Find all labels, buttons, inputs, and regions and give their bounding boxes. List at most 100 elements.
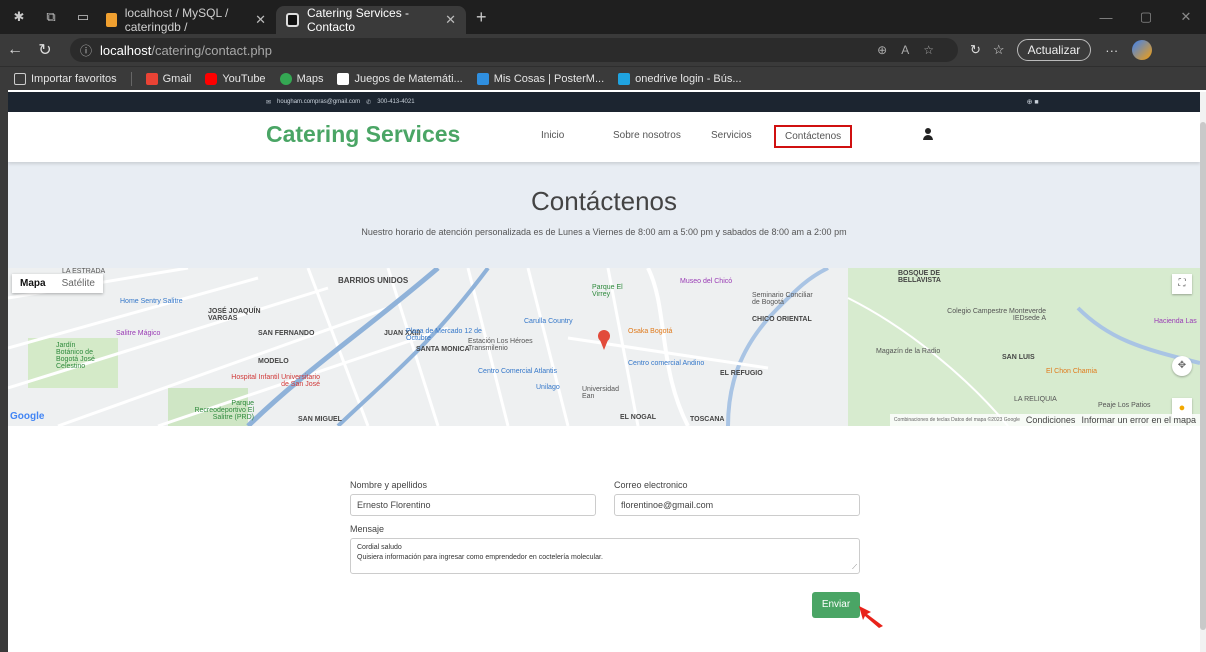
bing-icon [618,72,631,85]
phone-icon: ✆ [366,99,372,106]
map-label: Estación Los Héroes Transmilenio [468,338,533,352]
map-label: Universidad Ean [582,386,619,400]
close-tab-icon[interactable]: ✕ [445,12,456,28]
window-edge [0,90,8,652]
bookmark-mis-cosas[interactable]: Mis Cosas | PosterM... [476,72,604,85]
url-actions-icons[interactable]: ⊕A☆ [877,43,948,57]
address-bar-row: ← ↻ ⓘ localhost/catering/contact.php ⊕A☆… [0,34,1206,66]
pan-control-icon[interactable]: ✥ [1172,356,1192,376]
youtube-icon [205,72,218,85]
catering-favicon-icon [286,13,299,27]
map-type-control[interactable]: Mapa Satélite [12,274,103,293]
favorites-icon[interactable]: ☆ [993,42,1005,58]
toolbar-right: ↻ ☆ Actualizar ··· [970,39,1153,61]
tab-phpmyadmin[interactable]: localhost / MySQL / cateringdb / ✕ [96,6,276,34]
map-label: SAN FERNANDO [258,330,315,337]
refresh-alt-icon[interactable]: ↻ [970,42,981,58]
map-label: Peaje Los Patios [1098,402,1151,409]
new-tab-icon[interactable]: + [476,7,487,28]
message-line: Cordial saludo [357,544,402,551]
bookmark-youtube[interactable]: YouTube [205,72,266,85]
brand-logo[interactable]: Catering Services [266,121,460,148]
back-icon[interactable]: ← [0,41,30,59]
url-field[interactable]: ⓘ localhost/catering/contact.php ⊕A☆ [70,38,958,62]
tab-actions-icon[interactable]: ▭ [70,4,96,30]
map-attribution[interactable]: Combinaciones de teclas Datos del mapa ©… [894,417,1020,423]
postermywall-icon [476,72,489,85]
url-path: /catering/contact.php [151,42,273,58]
gmail-icon [145,72,158,85]
map-type-map[interactable]: Mapa [12,274,54,293]
map-label: SAN MIGUEL [298,416,342,423]
tab-catering[interactable]: Catering Services - Contacto ✕ [276,6,466,34]
maximize-icon[interactable]: ▢ [1126,9,1166,25]
message-line: Quisiera información para ingresar como … [357,554,603,561]
map-type-satellite[interactable]: Satélite [54,274,103,293]
web-page: ✉ hougham.compras@gmail.com ✆ 300-413-40… [8,92,1200,652]
workspaces-icon[interactable]: ⧉ [38,4,64,30]
nav-sobre-nosotros[interactable]: Sobre nosotros [613,130,681,141]
tab-title: Catering Services - Contacto [307,6,410,34]
map-label: MODELO [258,358,289,365]
name-field[interactable]: Ernesto Florentino [350,494,596,516]
close-tab-icon[interactable]: ✕ [255,12,266,28]
map-label: BARRIOS UNIDOS [338,276,409,285]
resize-grip-icon[interactable]: ⟋ [852,563,857,573]
tab-title: localhost / MySQL / cateringdb / [124,6,229,34]
scrollbar-thumb[interactable] [1200,122,1206,630]
map-label: Colegio Campestre Monteverde IEDsede A [947,308,1046,322]
top-contact-strip: ✉ hougham.compras@gmail.com ✆ 300-413-40… [8,92,1200,112]
nav-inicio[interactable]: Inicio [541,130,564,141]
contact-phone: 300-413-4021 [377,99,415,105]
profile-icon[interactable]: ✱ [6,4,32,30]
map-report-link[interactable]: Informar un error en el mapa [1081,415,1196,425]
email-label: Correo electronico [614,480,688,490]
map-terms-link[interactable]: Condiciones [1026,415,1076,425]
message-field[interactable]: Cordial saludo Quisiera información para… [350,538,860,574]
juegos-icon [337,72,350,85]
close-window-icon[interactable]: ✕ [1166,9,1206,25]
map-label: Seminario Conciliar de Bogotá [752,292,813,306]
nav-contactenos[interactable]: Contáctenos [774,125,853,148]
user-icon[interactable] [923,128,933,140]
bookmarks-bar: Importar favoritos Gmail YouTube Maps Ju… [0,66,1206,90]
map-label: Magazín de la Radio [876,348,941,355]
bookmark-maps[interactable]: Maps [279,72,323,85]
contact-form: Nombre y apellidos Ernesto Florentino Co… [350,480,860,618]
bookmark-juegos[interactable]: Juegos de Matemáti... [337,72,463,85]
minimize-icon[interactable]: — [1086,10,1126,25]
more-icon[interactable]: ··· [1105,43,1118,58]
bookmark-onedrive[interactable]: onedrive login - Bús... [618,72,742,85]
mail-icon: ✉ [266,99,272,106]
map-label: El Chon Chamia [1046,368,1097,375]
red-arrow-cursor-icon [859,606,883,628]
map-label: JOSÉ JOAQUÍN VARGAS [208,308,261,322]
maps-icon [279,72,292,85]
map-label: Jardín Botánico de Bogotá José Celestino [56,342,95,370]
name-label: Nombre y apellidos [350,480,428,490]
reload-icon[interactable]: ↻ [30,40,60,60]
social-icons[interactable]: ⊕ ■ [1027,98,1039,106]
message-label: Mensaje [350,524,385,534]
hours-text: Nuestro horario de atención personalizad… [361,227,847,237]
submit-button[interactable]: Enviar [812,592,860,618]
email-field[interactable]: florentinoe@gmail.com [614,494,860,516]
info-icon[interactable]: ⓘ [80,42,92,59]
bookmark-gmail[interactable]: Gmail [145,72,191,85]
map-label: SAN LUIS [1002,354,1035,361]
nav-servicios[interactable]: Servicios [711,130,752,141]
phpmyadmin-icon [106,13,117,27]
map-label: Unilago [536,384,560,391]
google-map[interactable]: Mapa Satélite LA ESTRADA BARRIOS UNIDOS … [8,268,1200,426]
update-button[interactable]: Actualizar [1016,39,1092,61]
map-label: Home Sentry Salitre [120,298,183,305]
map-label: Parque Recreodeportivo El Salitre (PRD) [194,400,254,421]
site-navbar: Catering Services Inicio Sobre nosotros … [8,112,1200,162]
map-label: EL NOGAL [620,414,657,421]
copilot-icon[interactable] [1132,40,1153,60]
fullscreen-icon[interactable]: ⛶ [1172,274,1192,294]
page-title: Contáctenos [531,186,677,216]
map-footer: Combinaciones de teclas Datos del mapa ©… [889,414,1200,426]
bookmark-import[interactable]: Importar favoritos [14,72,117,85]
google-logo: Google [10,411,45,422]
